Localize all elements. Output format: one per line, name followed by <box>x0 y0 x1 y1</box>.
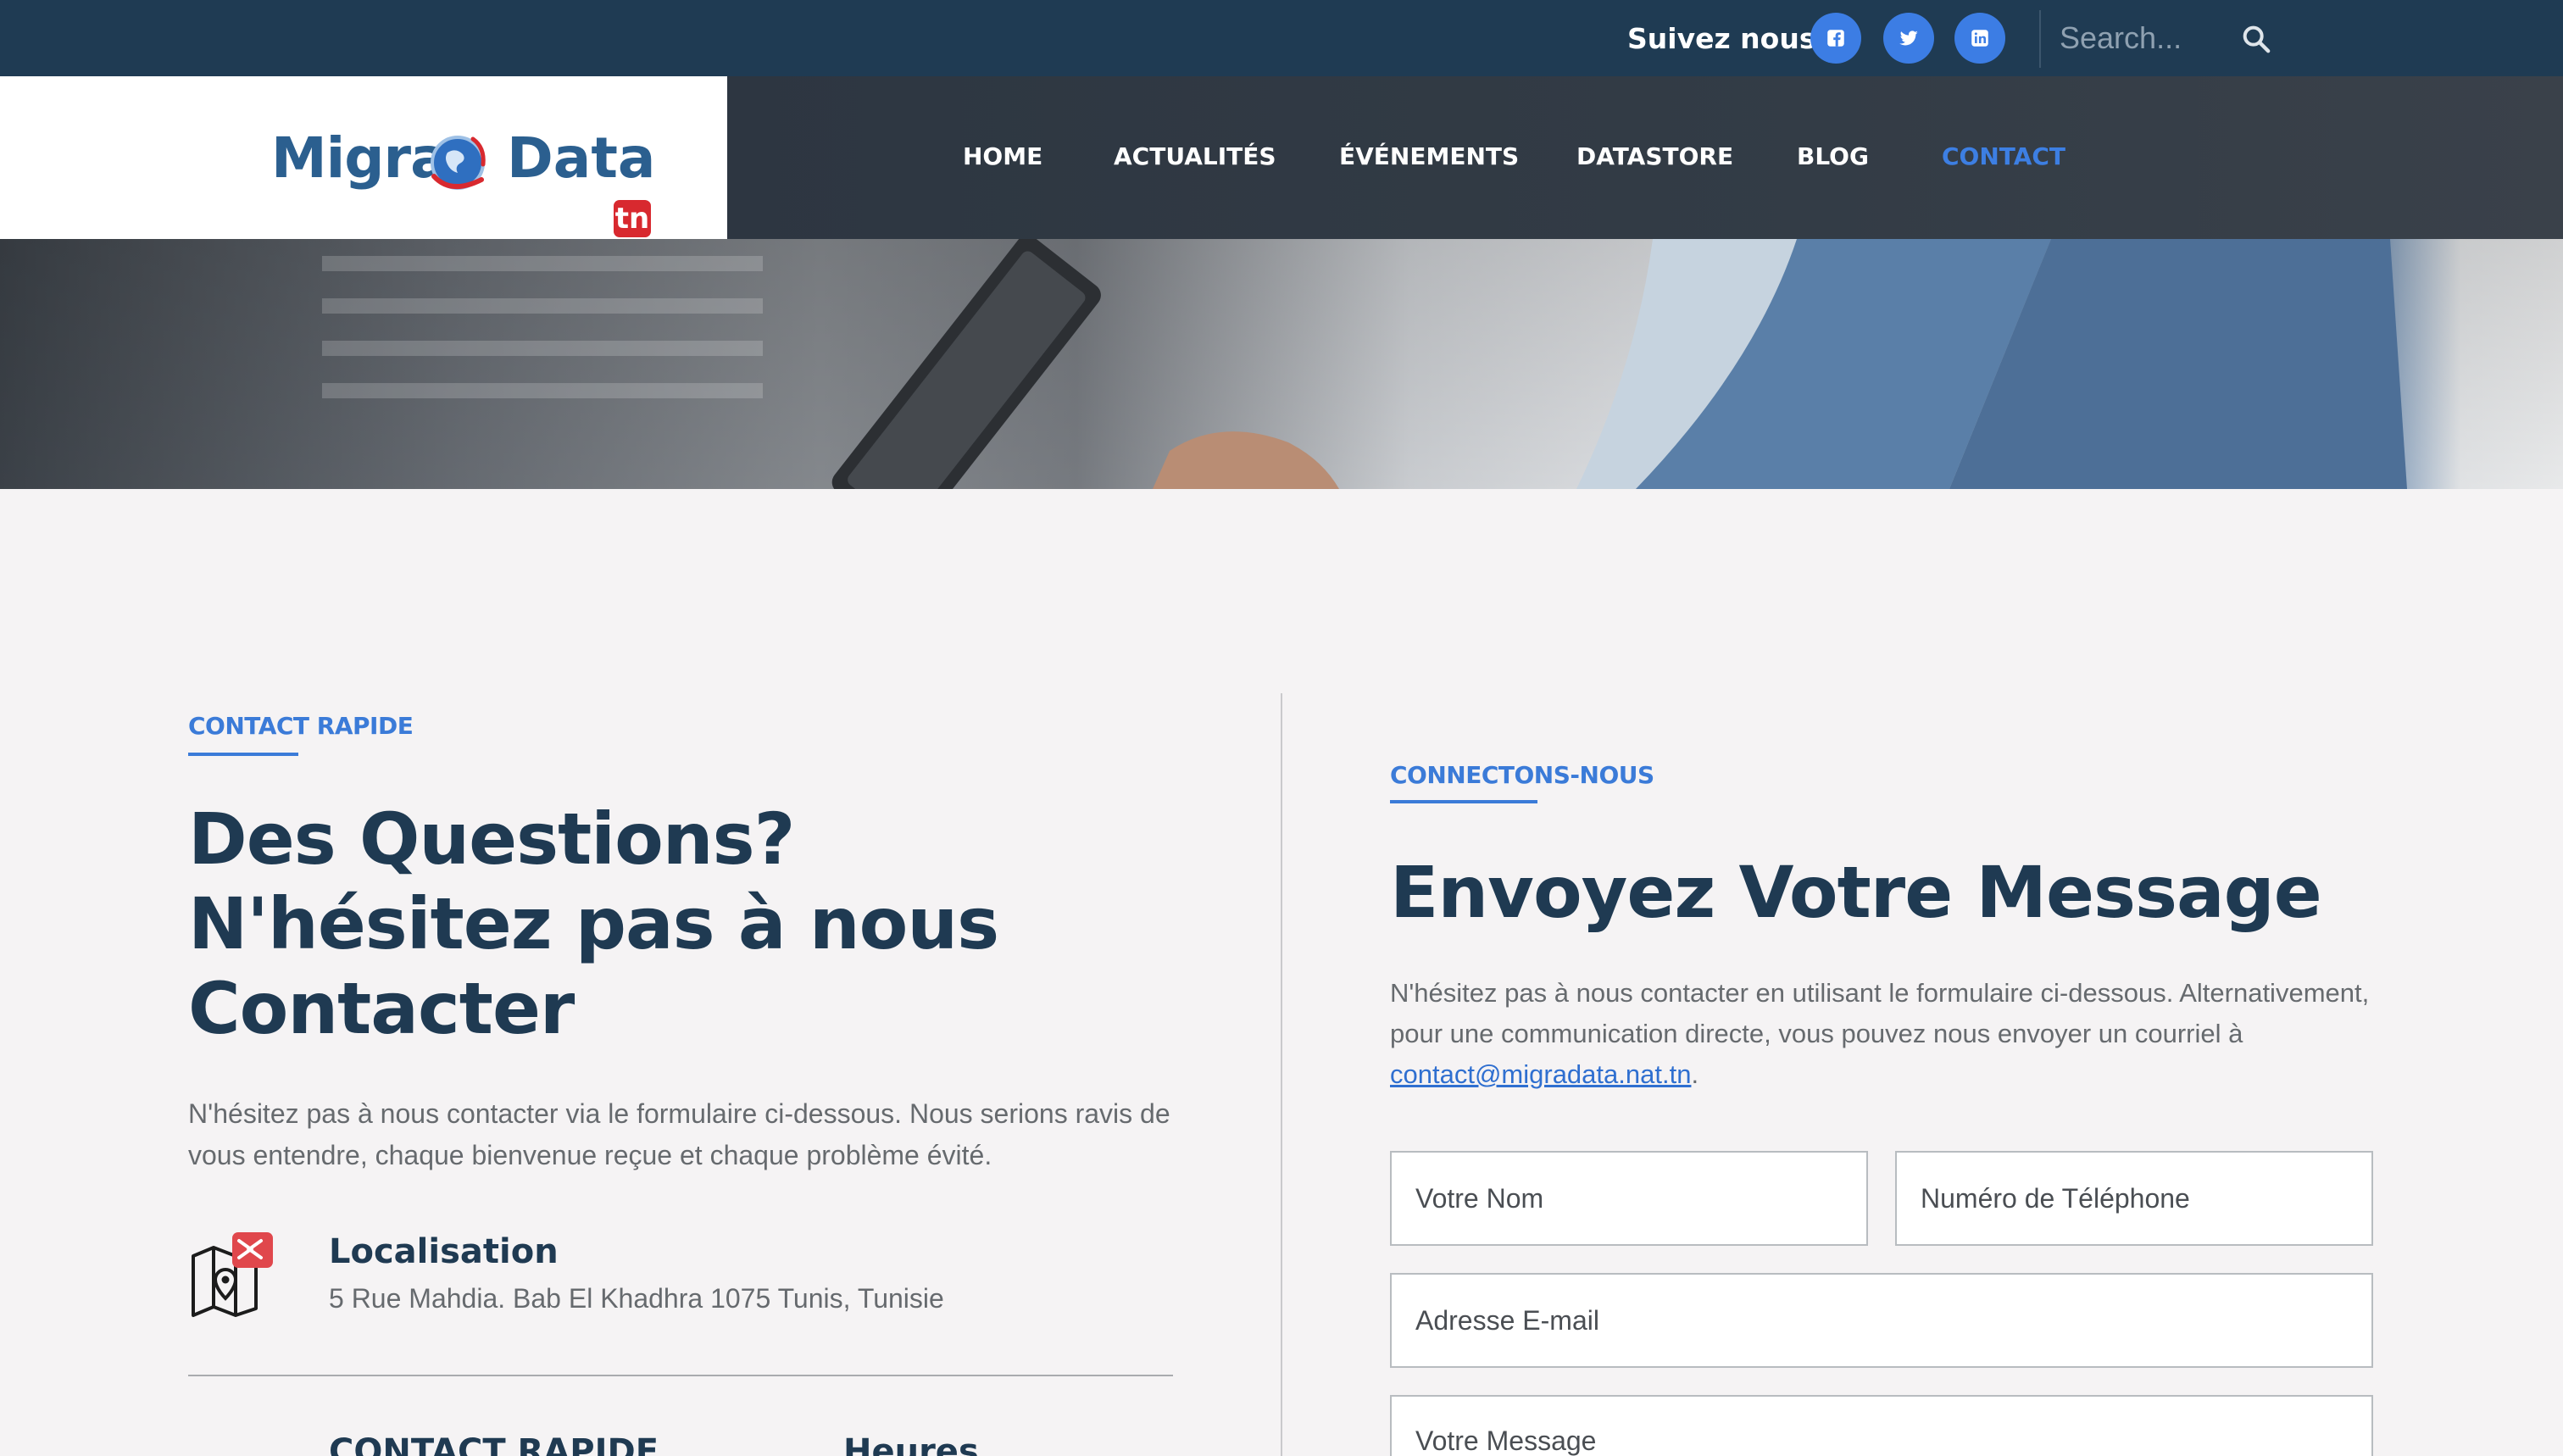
facebook-link[interactable] <box>1810 13 1861 64</box>
logo-area: Migra Data tn <box>0 76 727 239</box>
search-input[interactable] <box>2060 12 2229 64</box>
linkedin-link[interactable] <box>1954 13 2005 64</box>
right-eyebrow-underline <box>1390 800 1537 803</box>
left-heading-line3: Contacter <box>188 967 575 1050</box>
location-address: 5 Rue Mahdia. Bab El Khadhra 1075 Tunis,… <box>329 1283 944 1314</box>
message-field[interactable] <box>1390 1395 2373 1456</box>
search-icon <box>2243 25 2271 53</box>
column-divider <box>1281 693 1282 1456</box>
phone-field[interactable] <box>1895 1151 2373 1246</box>
nav-evenements[interactable]: ÉVÉNEMENTS <box>1339 142 1519 170</box>
right-heading: Envoyez Votre Message <box>1390 851 2322 934</box>
logo-badge-tn: tn <box>614 200 651 237</box>
logo-word-migra: Migra <box>271 125 448 191</box>
nav-home[interactable]: HOME <box>963 142 1042 170</box>
twitter-icon <box>1899 31 1918 46</box>
right-paragraph-end: . <box>1691 1059 1699 1089</box>
hero-illustration <box>0 239 2563 489</box>
right-paragraph: N'hésitez pas à nous contacter en utilis… <box>1390 973 2399 1095</box>
topbar-divider <box>2039 10 2041 68</box>
nav-datastore[interactable]: DATASTORE <box>1576 142 1733 170</box>
globe-icon <box>431 136 486 190</box>
nav-contact[interactable]: CONTACT <box>1942 142 2065 170</box>
twitter-link[interactable] <box>1883 13 1934 64</box>
search-button[interactable] <box>2236 19 2277 59</box>
left-heading-line2: N'hésitez pas à nous <box>188 882 999 965</box>
name-field[interactable] <box>1390 1151 1868 1246</box>
top-bar: Suivez nous <box>0 0 2563 76</box>
left-paragraph: N'hésitez pas à nous contacter via le fo… <box>188 1098 1170 1170</box>
facebook-icon <box>1827 30 1844 47</box>
left-heading: Des Questions? N'hésitez pas à nous Cont… <box>188 797 1205 1051</box>
logo-word-data: Data <box>507 125 656 191</box>
left-eyebrow: CONTACT RAPIDE <box>188 712 414 740</box>
site-logo[interactable]: Migra Data tn <box>271 110 656 237</box>
hours-subtitle: Heures <box>843 1432 979 1456</box>
map-location-icon <box>192 1232 273 1317</box>
hero-banner-image <box>0 239 2563 489</box>
quick-contact-subtitle: CONTACT RAPIDE <box>329 1432 659 1456</box>
right-eyebrow: CONNECTONS-NOUS <box>1390 761 1654 789</box>
right-paragraph-text: N'hésitez pas à nous contacter en utilis… <box>1390 978 2370 1048</box>
main-nav: HOME ACTUALITÉS ÉVÉNEMENTS DATASTORE BLO… <box>727 76 2563 239</box>
left-divider <box>188 1375 1173 1376</box>
left-heading-line1: Des Questions? <box>188 797 795 881</box>
contact-email-link[interactable]: contact@migradata.nat.tn <box>1390 1059 1691 1089</box>
location-title: Localisation <box>329 1232 559 1271</box>
linkedin-icon <box>1971 30 1988 47</box>
email-field[interactable] <box>1390 1273 2373 1368</box>
nav-blog[interactable]: BLOG <box>1797 142 1869 170</box>
follow-us-label: Suivez nous <box>1627 22 1816 55</box>
nav-actualites[interactable]: ACTUALITÉS <box>1114 142 1276 170</box>
left-eyebrow-underline <box>188 753 298 756</box>
